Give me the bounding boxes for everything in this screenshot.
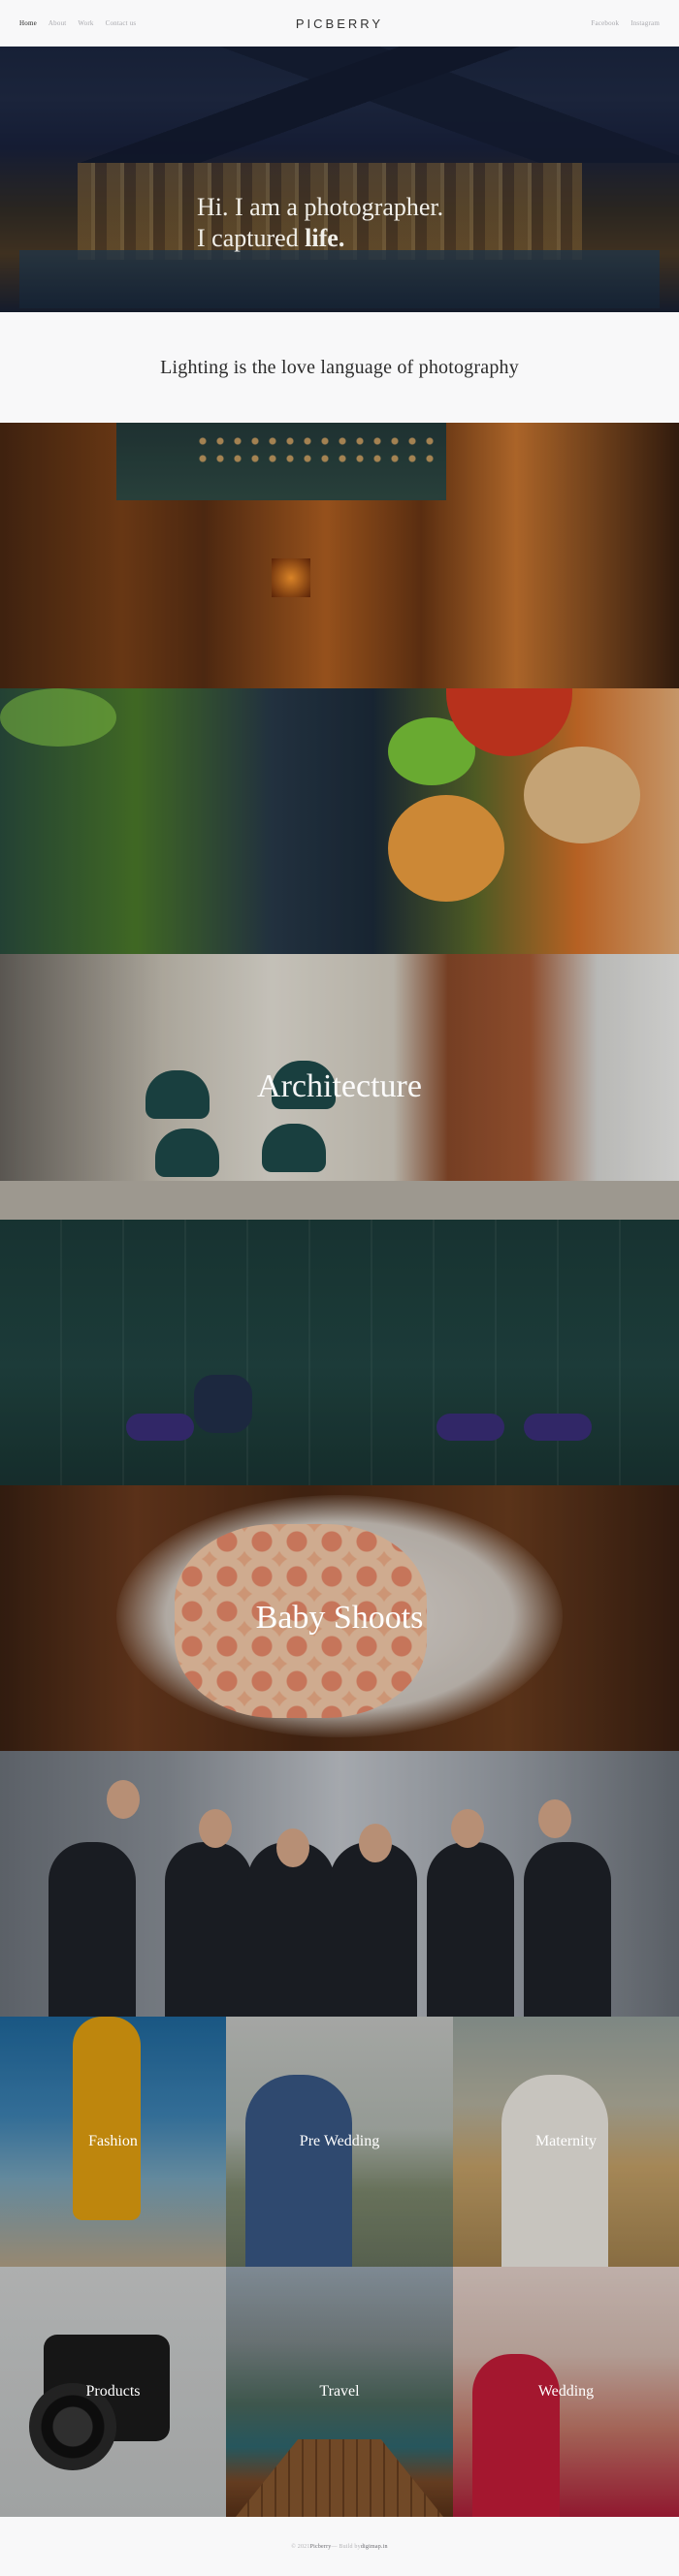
band-baby-caption: Baby Shoots bbox=[255, 1600, 424, 1636]
tile-label: Fashion bbox=[88, 2133, 138, 2149]
tile-travel[interactable]: Travel bbox=[226, 2267, 453, 2517]
tile-label: Travel bbox=[319, 2383, 360, 2400]
tile-products[interactable]: Products bbox=[0, 2267, 226, 2517]
band-interior-caption bbox=[0, 423, 679, 688]
social-menu: Facebook Instagram bbox=[591, 0, 660, 47]
nav-link-facebook[interactable]: Facebook bbox=[591, 19, 619, 27]
band-food[interactable] bbox=[0, 688, 679, 954]
hero-line-1: Hi. I am a photographer. bbox=[197, 193, 444, 221]
hero-section: Hi. I am a photographer. I captured life… bbox=[0, 47, 679, 312]
quote-text: Lighting is the love language of photogr… bbox=[160, 356, 519, 378]
footer-copyright: © 2021 bbox=[291, 2543, 310, 2550]
band-food-caption bbox=[0, 688, 679, 954]
band-corporate-caption bbox=[0, 1751, 679, 2017]
tile-label: Products bbox=[85, 2383, 141, 2400]
footer-build-text: — Build by bbox=[331, 2543, 361, 2550]
band-architecture-caption: Architecture bbox=[257, 1068, 422, 1104]
nav-link-instagram[interactable]: Instagram bbox=[630, 19, 660, 27]
band-office-caption bbox=[0, 1220, 679, 1485]
tile-label: Wedding bbox=[537, 2383, 595, 2400]
tile-label: Maternity bbox=[534, 2133, 598, 2149]
tile-maternity[interactable]: Maternity bbox=[453, 2017, 679, 2267]
tile-label: Pre Wedding bbox=[299, 2133, 380, 2149]
site-footer: © 2021 Picberry — Build by digimap.in bbox=[0, 2517, 679, 2576]
site-logo[interactable]: PICBERRY bbox=[0, 0, 679, 47]
category-grid: Fashion Pre Wedding Maternity Products T… bbox=[0, 2017, 679, 2517]
tile-fashion[interactable]: Fashion bbox=[0, 2017, 226, 2267]
hero-heading: Hi. I am a photographer. I captured life… bbox=[197, 192, 443, 254]
tile-pre-wedding[interactable]: Pre Wedding bbox=[226, 2017, 453, 2267]
quote-section: Lighting is the love language of photogr… bbox=[0, 312, 679, 423]
band-baby-shoots[interactable]: Baby Shoots bbox=[0, 1485, 679, 1751]
hero-line-2-bold: life. bbox=[305, 224, 345, 252]
band-architecture[interactable]: Architecture bbox=[0, 954, 679, 1220]
band-interior[interactable] bbox=[0, 423, 679, 688]
footer-brand-link[interactable]: Picberry bbox=[310, 2544, 332, 2550]
footer-builder-link[interactable]: digimap.in bbox=[361, 2544, 388, 2550]
tile-wedding[interactable]: Wedding bbox=[453, 2267, 679, 2517]
hero-line-2-prefix: I captured bbox=[197, 224, 306, 252]
top-nav: Home About Work Contact us PICBERRY Face… bbox=[0, 0, 679, 47]
band-corporate[interactable] bbox=[0, 1751, 679, 2017]
band-office[interactable] bbox=[0, 1220, 679, 1485]
